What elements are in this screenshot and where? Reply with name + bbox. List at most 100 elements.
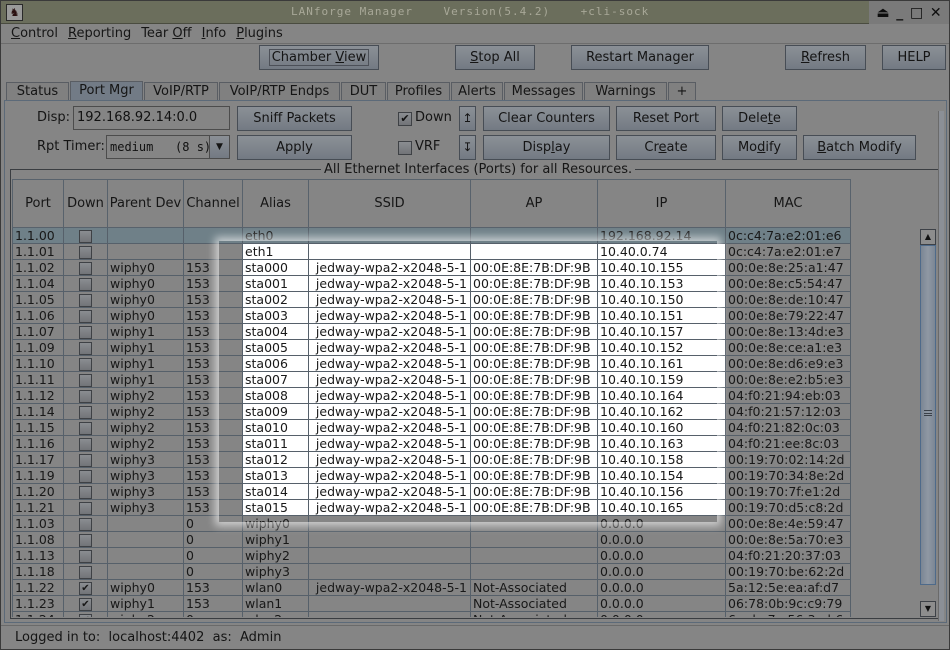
title-bar[interactable]: ♞ LANforge Manager Version(5.4.2) +cli-s… xyxy=(1,1,949,24)
scroll-thumb[interactable] xyxy=(920,245,936,585)
down-checkbox[interactable] xyxy=(79,389,92,403)
table-row[interactable]: 1.1.05 wiphy0 153 sta002 jedway-wpa2-x2048-5… xyxy=(12,291,851,308)
table-row[interactable]: 1.1.15 wiphy2 153 sta010 jedway-wpa2-x2048-5… xyxy=(12,419,851,436)
down-checkbox[interactable] xyxy=(79,549,92,563)
app-icon[interactable]: ♞ xyxy=(6,4,23,21)
down-checkbox[interactable]: ✔ xyxy=(79,597,92,611)
down-checkbox[interactable] xyxy=(79,325,92,339)
maximize-icon[interactable]: □ xyxy=(910,6,923,20)
column-header-ap[interactable]: AP xyxy=(470,179,598,228)
table-row[interactable]: 1.1.18 0 wiphy3 0.0.0.0 00:19:70:be:62:2d xyxy=(12,563,851,580)
down-checkbox[interactable] xyxy=(79,277,92,291)
tab-messages[interactable]: Messages xyxy=(504,82,583,101)
menu-reporting[interactable]: Reporting xyxy=(68,26,131,41)
table-row[interactable]: 1.1.07 wiphy1 153 sta004 jedway-wpa2-x2048-5… xyxy=(12,323,851,340)
down-checkbox[interactable] xyxy=(79,533,92,547)
delete-button[interactable]: Delete xyxy=(722,106,797,131)
down-checkbox[interactable] xyxy=(79,565,92,579)
column-header-channel[interactable]: Channel xyxy=(183,179,243,228)
tab-voip-rtp-endps[interactable]: VoIP/RTP Endps xyxy=(219,82,340,101)
table-row[interactable]: 1.1.08 0 wiphy1 0.0.0.0 00:0e:8e:5a:70:e3 xyxy=(12,531,851,548)
table-scrollbar[interactable]: ▲ ▼ xyxy=(920,229,936,617)
down-checkbox[interactable] xyxy=(79,421,92,435)
column-header-port[interactable]: Port xyxy=(12,179,64,228)
restart-manager-button[interactable]: Restart Manager xyxy=(571,45,709,70)
vrf-checkbox[interactable] xyxy=(398,141,412,155)
table-row[interactable]: 1.1.22 ✔ wiphy0 153 wlan0 jedway-wpa2-x2048-5… xyxy=(12,579,851,596)
sort-up-icon[interactable]: ↥ xyxy=(459,106,476,131)
tab-voip-rtp[interactable]: VoIP/RTP xyxy=(144,82,218,101)
down-checkbox[interactable] xyxy=(79,341,92,355)
reset-port-button[interactable]: Reset Port xyxy=(616,106,716,131)
apply-button[interactable]: Apply xyxy=(237,135,352,160)
table-row[interactable]: 1.1.12 wiphy2 153 sta008 jedway-wpa2-x2048-5… xyxy=(12,387,851,404)
column-header-mac[interactable]: MAC xyxy=(725,179,851,228)
down-checkbox[interactable] xyxy=(79,373,92,387)
chevron-down-icon[interactable]: ▼ xyxy=(209,136,229,158)
clear-counters-button[interactable]: Clear Counters xyxy=(483,106,610,131)
table-row[interactable]: 1.1.01 eth1 10.40.0.74 0c:c4:7a:e2:01:e7 xyxy=(12,243,851,260)
display-button[interactable]: Display xyxy=(483,135,610,160)
close-icon[interactable]: ✕ xyxy=(930,6,942,20)
tab-warnings[interactable]: Warnings xyxy=(584,82,667,101)
down-checkbox[interactable] xyxy=(79,261,92,275)
tab-port-mgr[interactable]: Port Mgr xyxy=(70,81,143,101)
column-header-down[interactable]: Down xyxy=(63,179,108,228)
table-row[interactable]: 1.1.09 wiphy1 153 sta005 jedway-wpa2-x2048-5… xyxy=(12,339,851,356)
sniff-packets-button[interactable]: Sniff Packets xyxy=(237,106,352,131)
down-checkbox[interactable] xyxy=(79,229,92,243)
table-row[interactable]: 1.1.00 eth0 192.168.92.14 0c:c4:7a:e2:01:e6 xyxy=(12,227,851,244)
shade-icon[interactable]: ⏏ xyxy=(876,6,889,20)
down-checkbox[interactable]: ✔ xyxy=(398,112,412,126)
down-checkbox[interactable] xyxy=(79,517,92,531)
stop-all-button[interactable]: Stop All xyxy=(455,45,535,70)
table-row[interactable]: 1.1.10 wiphy1 153 sta006 jedway-wpa2-x2048-5… xyxy=(12,355,851,372)
scroll-down-icon[interactable]: ▼ xyxy=(920,601,936,617)
table-row[interactable]: 1.1.19 wiphy3 153 sta013 jedway-wpa2-x2048-5… xyxy=(12,467,851,484)
down-checkbox[interactable] xyxy=(79,453,92,467)
table-row[interactable]: 1.1.13 0 wiphy2 0.0.0.0 04:f0:21:20:37:03 xyxy=(12,547,851,564)
table-row[interactable]: 1.1.06 wiphy0 153 sta003 jedway-wpa2-x2048-5… xyxy=(12,307,851,324)
chamber-view-button[interactable]: Chamber View xyxy=(259,45,379,70)
column-header-ip[interactable]: IP xyxy=(597,179,726,228)
disp-input[interactable]: 192.168.92.14:0.0 xyxy=(73,106,230,130)
batch-modify-button[interactable]: Batch Modify xyxy=(803,135,916,160)
menu-info[interactable]: Info xyxy=(202,26,227,41)
table-row[interactable]: 1.1.23 ✔ wiphy1 153 wlan1 Not-Associated 0.0.0… xyxy=(12,595,851,612)
tab-add[interactable]: + xyxy=(668,82,696,101)
menu-plugins[interactable]: Plugins xyxy=(236,26,283,41)
down-checkbox[interactable]: ✔ xyxy=(79,613,92,617)
column-header-parent-dev[interactable]: Parent Dev xyxy=(107,179,184,228)
table-row[interactable]: 1.1.16 wiphy2 153 sta011 jedway-wpa2-x2048-5… xyxy=(12,435,851,452)
down-checkbox[interactable] xyxy=(79,293,92,307)
tab-alerts[interactable]: Alerts xyxy=(451,82,503,101)
refresh-button[interactable]: Refresh xyxy=(785,45,866,70)
column-header-alias[interactable]: Alias xyxy=(242,179,309,228)
menu-tear-off[interactable]: Tear Off xyxy=(141,26,191,41)
down-checkbox[interactable]: ✔ xyxy=(79,581,92,595)
down-checkbox[interactable] xyxy=(79,485,92,499)
tab-dut[interactable]: DUT xyxy=(341,82,386,101)
table-row[interactable]: 1.1.04 wiphy0 153 sta001 jedway-wpa2-x2048-5… xyxy=(12,275,851,292)
column-header-ssid[interactable]: SSID xyxy=(308,179,471,228)
table-row[interactable]: 1.1.03 0 wiphy0 0.0.0.0 00:0e:8e:4e:59:47 xyxy=(12,515,851,532)
down-checkbox[interactable] xyxy=(79,357,92,371)
table-row[interactable]: 1.1.24 ✔ wiphy20wlan2 Not-Associated0.0.0.0… xyxy=(12,611,851,617)
rpt-timer-select[interactable]: medium (8 s) ▼ xyxy=(106,135,230,159)
down-checkbox[interactable] xyxy=(79,469,92,483)
down-checkbox[interactable] xyxy=(79,245,92,259)
down-checkbox[interactable] xyxy=(79,405,92,419)
scroll-up-icon[interactable]: ▲ xyxy=(920,229,936,245)
down-checkbox[interactable] xyxy=(79,309,92,323)
down-checkbox[interactable] xyxy=(79,437,92,451)
sort-down-icon[interactable]: ↧ xyxy=(459,135,476,160)
tab-status[interactable]: Status xyxy=(6,82,69,101)
modify-button[interactable]: Modify xyxy=(722,135,797,160)
help-button[interactable]: HELP xyxy=(882,45,946,70)
create-button[interactable]: Create xyxy=(616,135,716,160)
table-row[interactable]: 1.1.17 wiphy3 153 sta012 jedway-wpa2-x2048-5… xyxy=(12,451,851,468)
table-row[interactable]: 1.1.20 wiphy3 153 sta014 jedway-wpa2-x2048-5… xyxy=(12,483,851,500)
minimize-icon[interactable]: _ xyxy=(896,6,903,20)
down-checkbox[interactable] xyxy=(79,501,92,515)
table-row[interactable]: 1.1.21 wiphy3 153 sta015 jedway-wpa2-x2048-5… xyxy=(12,499,851,516)
